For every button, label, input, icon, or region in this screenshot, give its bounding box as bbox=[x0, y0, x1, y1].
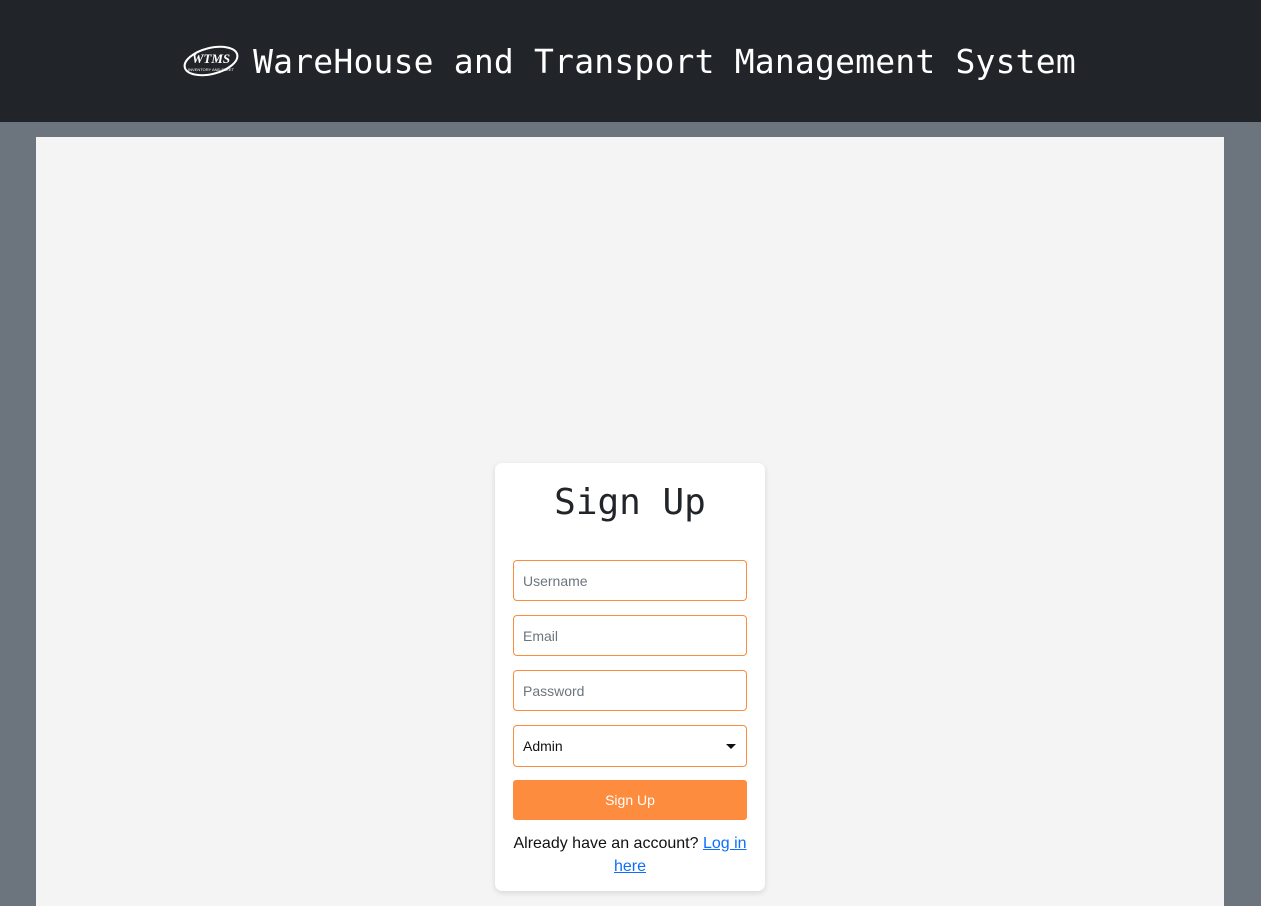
chevron-down-icon bbox=[726, 744, 736, 749]
email-input[interactable] bbox=[513, 615, 747, 656]
wtms-logo: WTMS INVENTORY AND FLEET bbox=[183, 45, 239, 77]
signup-title: Sign Up bbox=[554, 482, 706, 523]
username-input[interactable] bbox=[513, 560, 747, 601]
role-select[interactable]: Admin bbox=[513, 725, 747, 767]
password-input[interactable] bbox=[513, 670, 747, 711]
main-content: Sign Up Admin Sign Up Already have an ac… bbox=[36, 137, 1224, 906]
signup-card: Sign Up Admin Sign Up Already have an ac… bbox=[495, 463, 765, 891]
brand: WTMS INVENTORY AND FLEET WareHouse and T… bbox=[179, 41, 1076, 81]
role-select-value: Admin bbox=[523, 738, 563, 754]
signup-button[interactable]: Sign Up bbox=[513, 780, 747, 820]
logo-subtext: INVENTORY AND FLEET bbox=[188, 67, 235, 72]
login-prompt-text: Already have an account? Log in here bbox=[513, 832, 747, 878]
top-header: WTMS INVENTORY AND FLEET WareHouse and T… bbox=[0, 0, 1261, 122]
app-title: WareHouse and Transport Management Syste… bbox=[253, 41, 1076, 81]
logo-text: WTMS bbox=[192, 51, 230, 66]
login-prompt: Already have an account? bbox=[513, 835, 699, 852]
